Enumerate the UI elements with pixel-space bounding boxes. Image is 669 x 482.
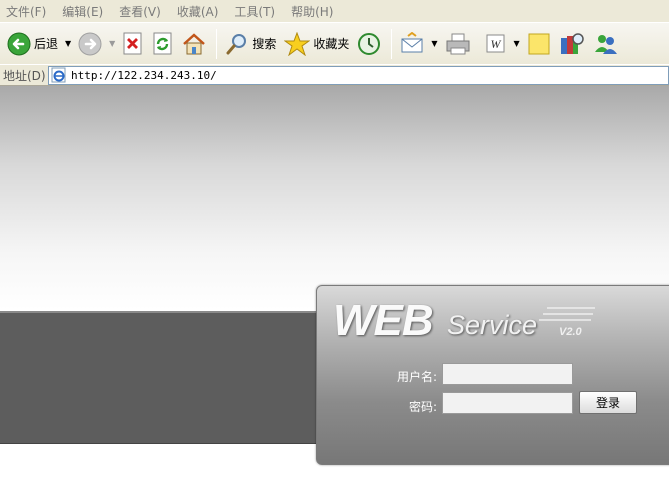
stop-icon (123, 32, 142, 54)
note-icon (528, 33, 550, 54)
address-input[interactable]: http://122.234.243.10/ (48, 65, 669, 85)
web-page: WEB Service V2.0 用户名: 密码: 登录 (0, 86, 669, 482)
menu-edit[interactable]: 编辑(E) (62, 3, 103, 20)
research-button[interactable] (556, 27, 588, 61)
username-input[interactable] (442, 363, 573, 385)
address-url: http://122.234.243.10/ (71, 68, 217, 82)
refresh-icon (153, 32, 172, 54)
menu-file[interactable]: 文件(F) (6, 3, 46, 20)
search-button[interactable]: 搜索 (222, 27, 279, 61)
mail-button[interactable] (397, 27, 427, 61)
mail-icon (401, 31, 423, 52)
favorites-button[interactable]: 收藏夹 (281, 27, 352, 61)
discuss-button[interactable] (524, 27, 554, 61)
forward-arrow-icon (78, 32, 102, 55)
search-icon (226, 33, 247, 54)
edit-word-button[interactable]: W (482, 27, 510, 61)
username-label: 用户名: (396, 370, 437, 384)
back-button[interactable]: 后退 (4, 27, 61, 61)
messenger-icon (594, 34, 617, 54)
logo-web-text: WEB (333, 296, 434, 345)
menu-view[interactable]: 查看(V) (119, 3, 161, 20)
messenger-button[interactable] (590, 27, 622, 61)
ie-page-icon (51, 67, 66, 83)
search-label: 搜索 (252, 37, 277, 51)
printer-icon (446, 33, 470, 54)
password-input[interactable] (442, 392, 573, 414)
print-button[interactable] (442, 27, 474, 61)
menu-help[interactable]: 帮助(H) (291, 3, 333, 20)
logo-version: V2.0 (559, 326, 582, 338)
toolbar-separator (216, 28, 218, 59)
back-dropdown-icon[interactable]: ▼ (65, 39, 71, 48)
stop-button[interactable] (119, 27, 147, 61)
toolbar-separator-2 (391, 28, 393, 59)
menu-bar: 文件(F) 编辑(E) 查看(V) 收藏(A) 工具(T) 帮助(H) (0, 0, 669, 22)
research-icon (560, 32, 584, 54)
back-label: 后退 (34, 37, 59, 51)
address-bar: 地址(D) http://122.234.243.10/ (0, 64, 669, 86)
history-icon (358, 32, 381, 55)
back-arrow-icon (7, 32, 31, 55)
word-icon: W (486, 34, 505, 52)
edit-dropdown-icon[interactable]: ▼ (514, 39, 520, 48)
refresh-button[interactable] (149, 27, 177, 61)
mail-dropdown-icon[interactable]: ▼ (431, 39, 437, 48)
logo-service-text: Service (447, 310, 538, 340)
password-label: 密码: (408, 400, 437, 414)
favorites-star-icon (284, 31, 311, 56)
favorites-label: 收藏夹 (313, 37, 350, 51)
home-button[interactable] (179, 27, 209, 61)
header-gradient (0, 86, 669, 310)
history-button[interactable] (354, 27, 384, 61)
menu-favorites[interactable]: 收藏(A) (177, 3, 219, 20)
forward-dropdown-icon[interactable]: ▼ (109, 39, 115, 48)
forward-button[interactable] (75, 27, 105, 61)
svg-text:W: W (490, 37, 501, 51)
home-icon (183, 32, 206, 54)
menu-tools[interactable]: 工具(T) (234, 3, 275, 20)
address-label: 地址(D) (3, 68, 46, 83)
toolbar: 后退 ▼ ▼ 搜索 收藏夹 ▼ W ▼ (0, 22, 669, 64)
login-button[interactable]: 登录 (579, 391, 637, 414)
login-panel: WEB Service V2.0 用户名: 密码: 登录 (316, 285, 669, 465)
